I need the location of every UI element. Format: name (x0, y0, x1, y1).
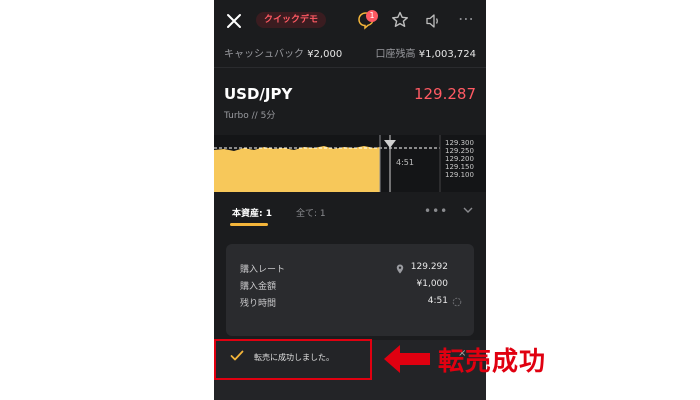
row-label: 購入レート (240, 265, 286, 275)
row-value: ¥1,000 (416, 279, 449, 289)
y-tick: 129.250 (445, 147, 474, 155)
divider (214, 67, 486, 68)
annotation-label: 転売成功 (438, 347, 547, 377)
quick-demo-badge[interactable]: クイックデモ (256, 12, 327, 28)
active-tab-indicator (230, 223, 268, 226)
account-balance: 口座残高 ¥1,003,724 (375, 49, 476, 60)
row-label: 購入金額 (240, 282, 277, 292)
tab-all[interactable]: 全て: 1 (296, 206, 326, 219)
timer-icon (452, 297, 462, 307)
price-chart[interactable]: 129.300 129.250 129.200 129.150 129.100 … (214, 135, 486, 192)
chart-timer: 4:51 (396, 158, 414, 167)
purchase-amount-row: 購入金額 ¥1,000 (240, 279, 462, 293)
annotation-arrow-icon (384, 345, 430, 373)
row-label: 残り時間 (240, 299, 277, 309)
current-price: 129.287 (413, 85, 476, 103)
row-value: 4:51 (427, 296, 448, 306)
sound-icon[interactable] (424, 11, 444, 31)
notification-badge: 1 (366, 10, 378, 22)
y-tick: 129.100 (445, 171, 474, 179)
row-value: 129.292 (410, 262, 448, 272)
more-options-icon[interactable]: ⋯ (458, 10, 478, 30)
chevron-down-icon[interactable] (462, 204, 474, 216)
remaining-time-row: 残り時間 4:51 (240, 296, 462, 310)
time-marker-triangle (384, 140, 396, 148)
trade-mode-info: Turbo // 5分 (224, 111, 276, 121)
annotation-highlight-box (214, 339, 372, 380)
currency-pair[interactable]: USD/JPY (224, 85, 292, 103)
close-icon[interactable] (224, 11, 244, 31)
position-card[interactable]: 購入レート 129.292 購入金額 ¥1,000 残り時間 4:51 (226, 244, 474, 336)
y-tick: 129.200 (445, 155, 474, 163)
tabs-more-icon[interactable]: ••• (424, 204, 448, 218)
y-tick: 129.300 (445, 139, 474, 147)
location-pin-icon (396, 264, 404, 274)
tab-current-asset[interactable]: 本資産: 1 (232, 206, 272, 219)
y-tick: 129.150 (445, 163, 474, 171)
cashback: キャッシュバック ¥2,000 (224, 49, 343, 60)
account-summary: キャッシュバック ¥2,000 口座残高 ¥1,003,724 (224, 45, 476, 61)
star-icon[interactable] (390, 10, 410, 30)
position-tabs: 本資産: 1 全て: 1 ••• (214, 192, 486, 232)
purchase-rate-row: 購入レート 129.292 (240, 262, 462, 276)
top-bar: クイックデモ 1 ⋯ (214, 0, 486, 42)
price-area (214, 146, 380, 192)
